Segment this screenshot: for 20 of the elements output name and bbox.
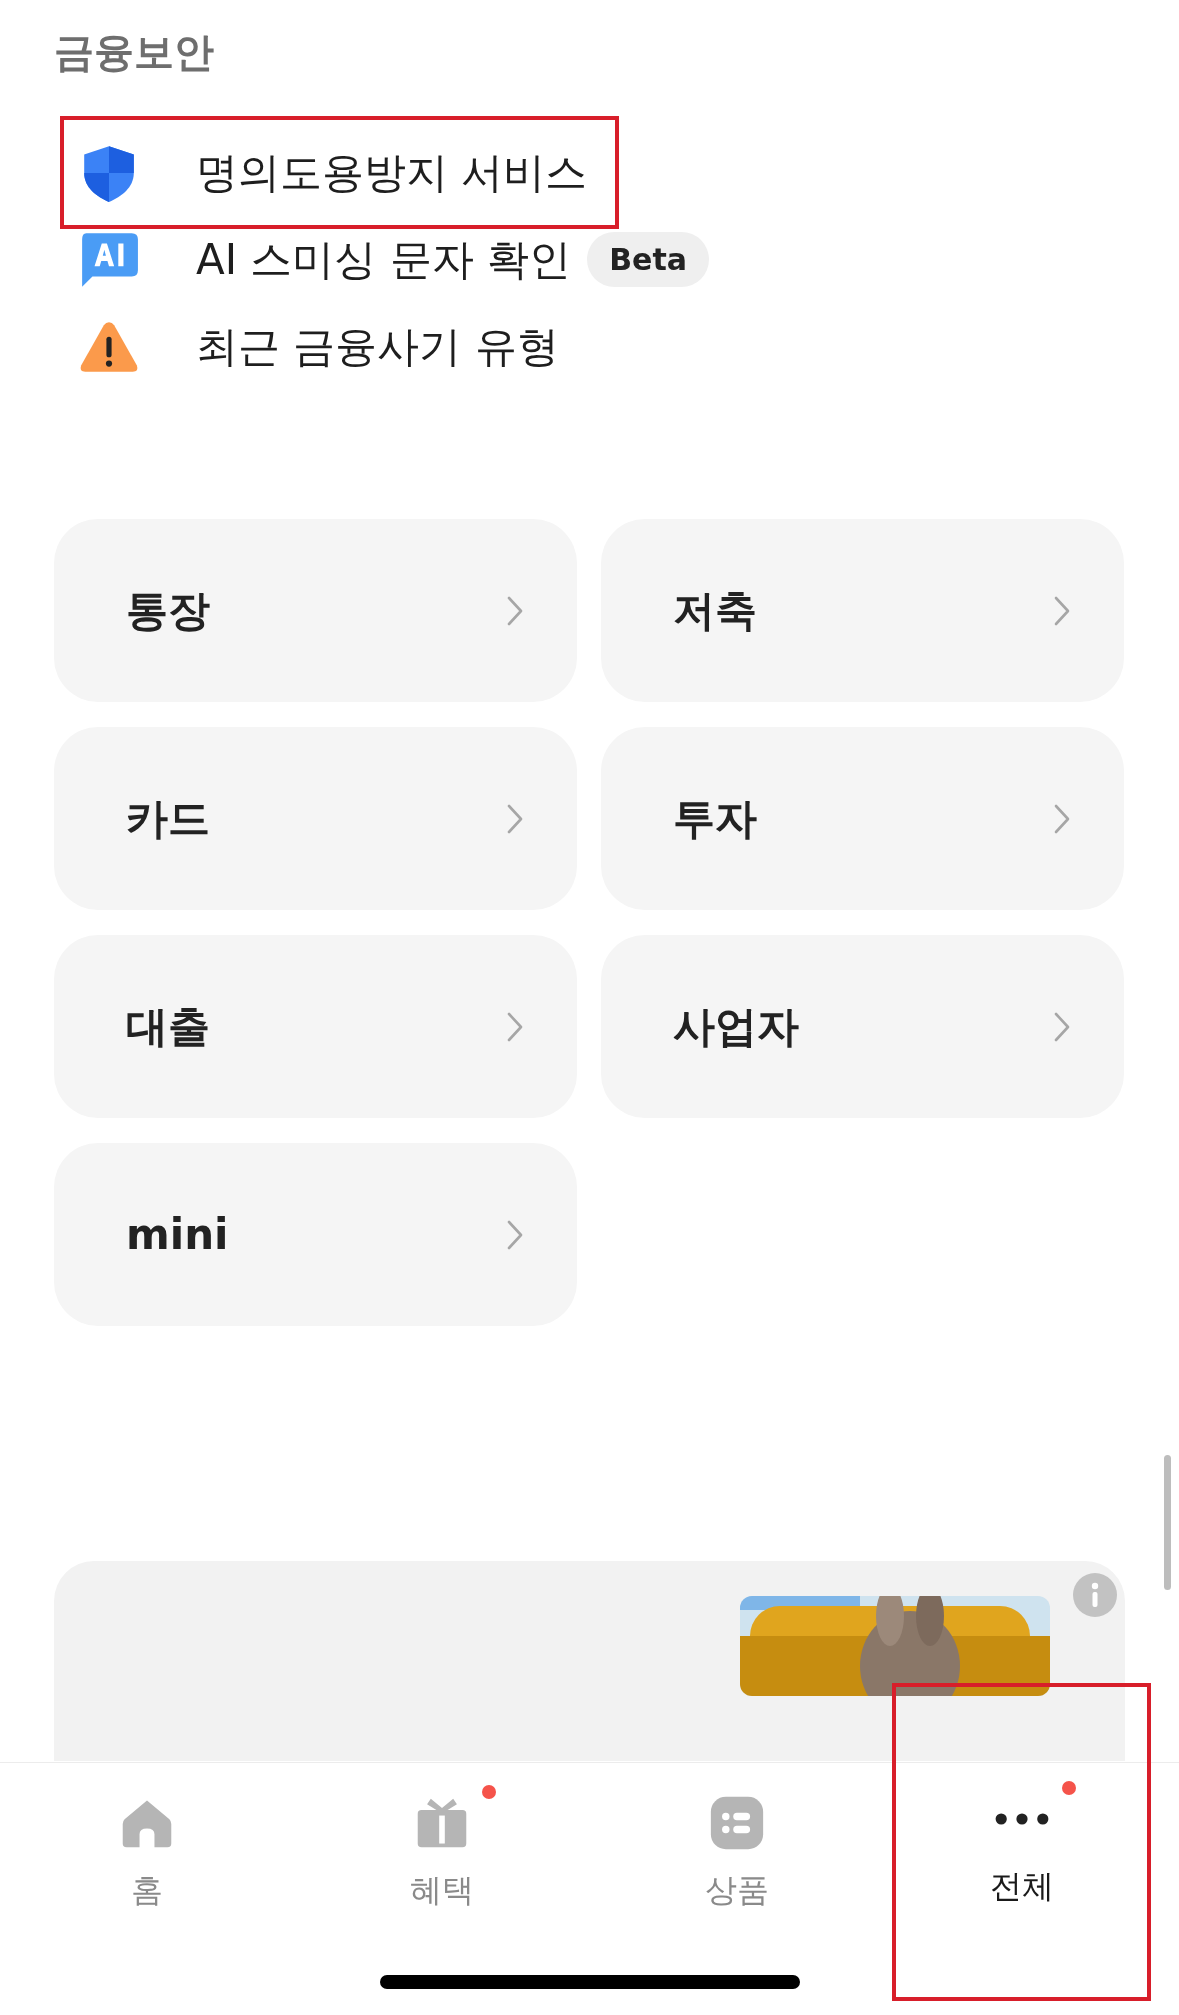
list-icon (708, 1795, 765, 1851)
chevron-right-icon (1052, 594, 1072, 627)
chevron-right-icon (505, 802, 525, 835)
category-card[interactable]: 통장 (54, 519, 577, 702)
chevron-right-icon (505, 1010, 525, 1043)
category-card[interactable]: mini (54, 1143, 577, 1326)
nav-tab[interactable]: 전체 (892, 1683, 1151, 2001)
category-card[interactable]: 저축 (601, 519, 1124, 702)
category-card[interactable]: 투자 (601, 727, 1124, 910)
chevron-right-icon (505, 1218, 525, 1251)
chevron-right-icon (1052, 802, 1072, 835)
category-card[interactable]: 카드 (54, 727, 577, 910)
banner-card[interactable] (54, 1561, 1125, 1761)
section-title: 금융보안 (54, 28, 215, 77)
category-card[interactable]: 사업자 (601, 935, 1124, 1118)
menu-item[interactable]: 명의도용방지 서비스 (60, 116, 620, 229)
category-card[interactable]: 대출 (54, 935, 577, 1118)
beta-badge: Beta (587, 232, 709, 287)
chevron-right-icon (505, 594, 525, 627)
chevron-right-icon (1052, 1010, 1072, 1043)
